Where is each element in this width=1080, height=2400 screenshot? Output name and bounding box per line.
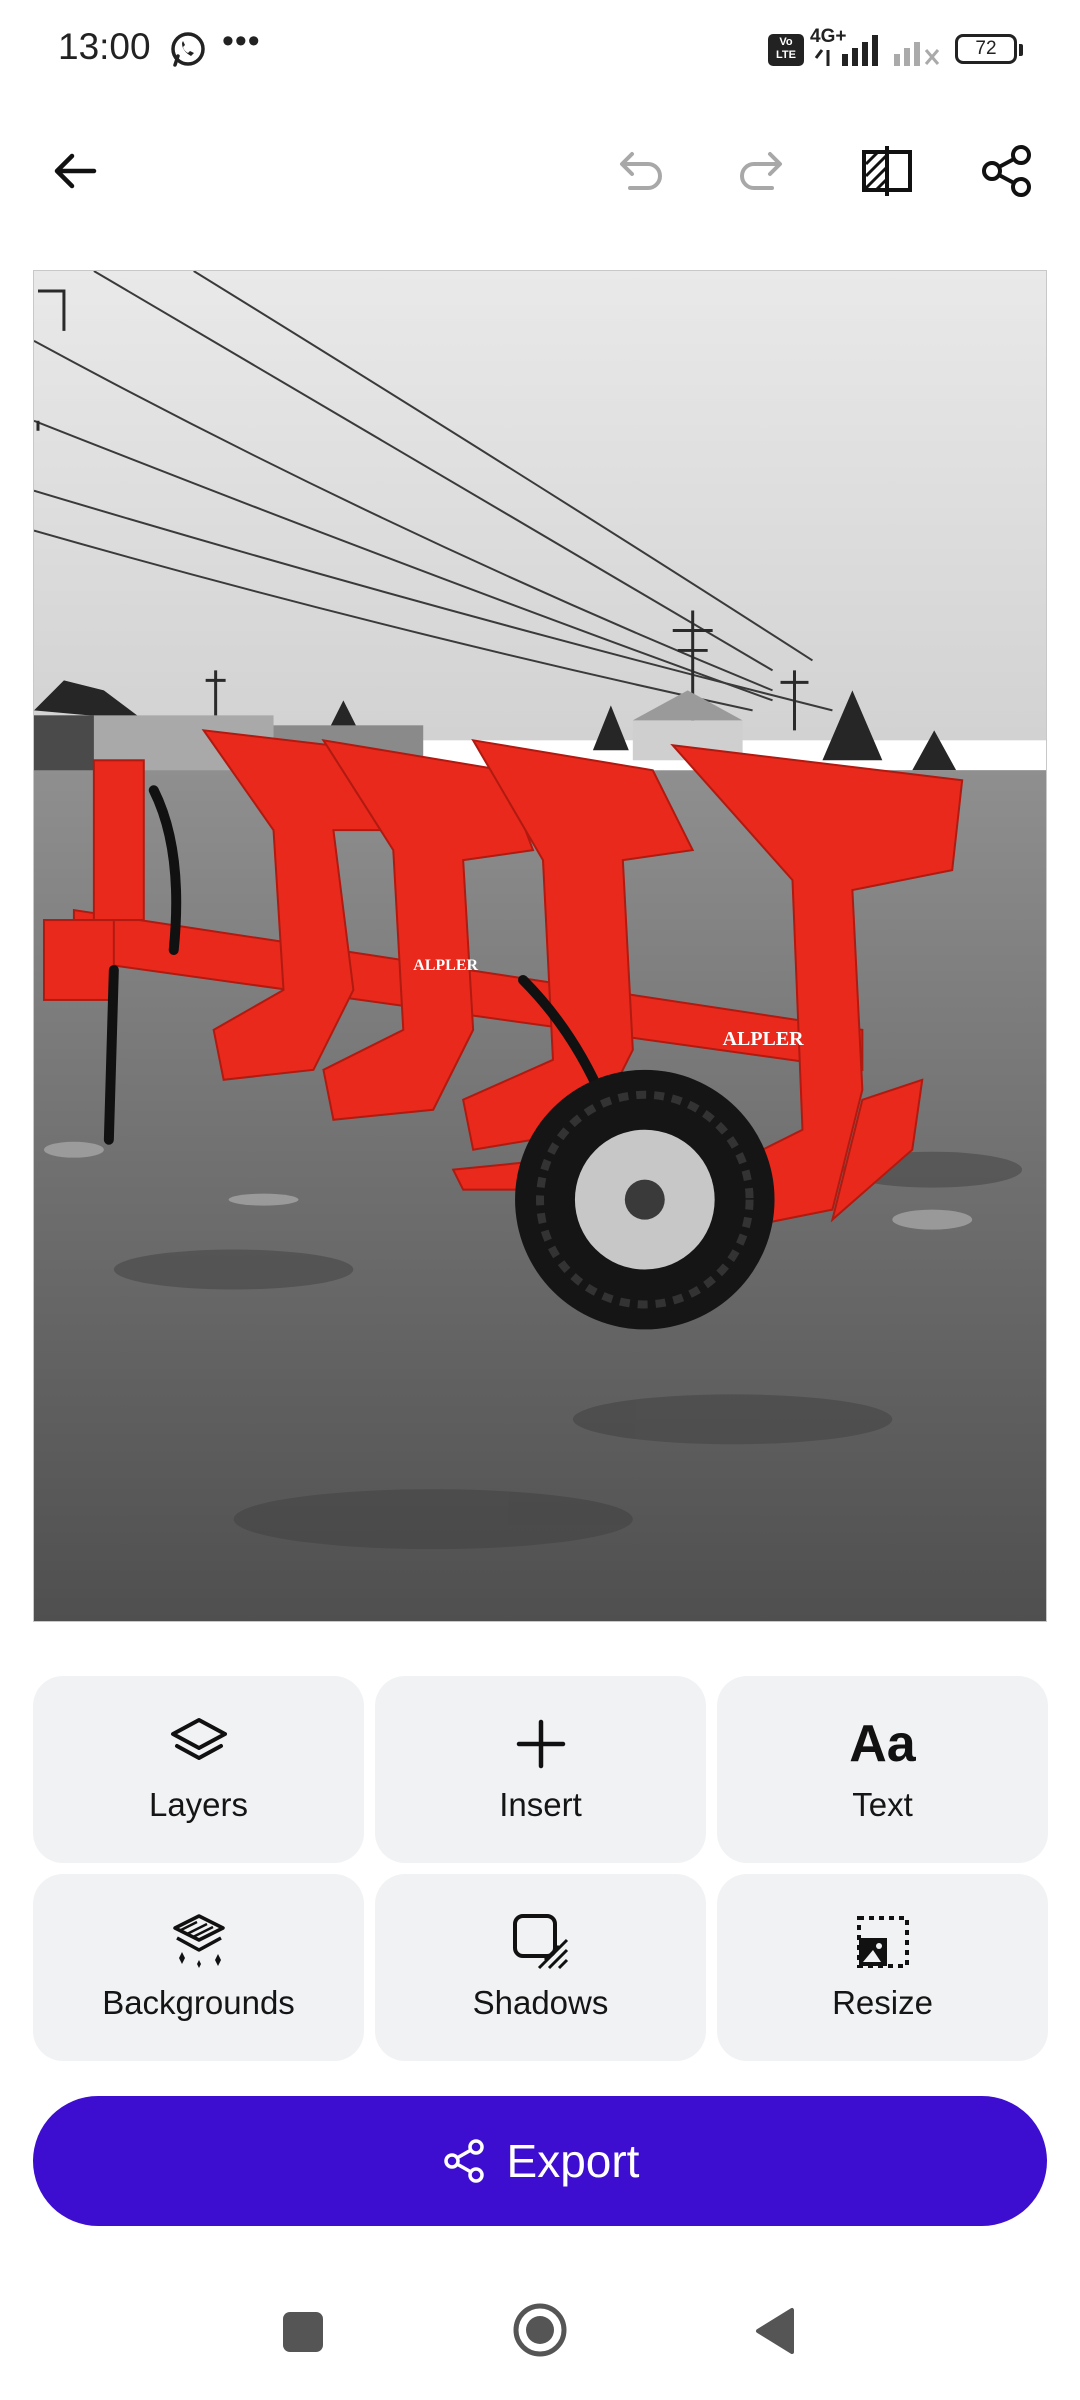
more-notifications-icon: ••• [222,22,261,60]
backgrounds-button[interactable]: Backgrounds [33,1874,364,2061]
resize-label: Resize [832,1984,933,2021]
plough-photo: ALPLER ALPLER [34,271,1046,1621]
layers-icon [170,1718,227,1760]
signal-icon [814,35,878,66]
back-arrow-icon [54,153,97,189]
redo-button[interactable] [726,136,796,206]
shadows-label: Shadows [472,1984,609,2021]
layers-button[interactable]: Layers [33,1676,364,1863]
status-bar: 13:00 ••• Vo LTE 4G+ 72 [0,0,1080,100]
layers-label: Layers [148,1786,249,1823]
share-icon [982,145,1031,197]
export-label: Export [506,2135,640,2187]
text-button[interactable]: Aa Text [717,1676,1048,1863]
status-time: 13:00 [58,26,151,67]
insert-label: Insert [499,1786,582,1823]
text-label: Text [852,1786,913,1823]
battery-icon: 72 [955,34,1023,64]
share-icon [443,2139,484,2183]
resize-button[interactable]: Resize [717,1874,1048,2061]
share-button[interactable] [972,136,1042,206]
nav-back-button[interactable] [752,2306,796,2356]
brand-decal-1: ALPLER [413,957,478,974]
compare-icon [862,146,912,196]
shadows-button[interactable]: Shadows [375,1874,706,2061]
signal-no-service-icon [894,42,940,66]
back-button[interactable] [40,136,110,206]
brand-decal-2: ALPLER [723,1028,805,1050]
compare-button[interactable] [852,136,922,206]
resize-icon [856,1916,909,1968]
recents-button[interactable] [283,2312,323,2352]
undo-button[interactable] [606,136,676,206]
insert-button[interactable]: Insert [375,1676,706,1863]
backgrounds-label: Backgrounds [102,1984,295,2021]
shadows-icon [512,1914,568,1970]
undo-icon [620,152,662,190]
plough-wheel [515,1069,775,1330]
text-icon: Aa [849,1715,916,1773]
volte-badge: Vo LTE [768,34,804,66]
backgrounds-icon [172,1914,225,1968]
plus-icon [516,1719,565,1769]
export-button[interactable]: Export [33,2096,1047,2226]
editor-toolbar [0,120,1080,220]
design-canvas[interactable]: ALPLER ALPLER [33,270,1047,1622]
whatsapp-icon [171,32,205,67]
home-button[interactable] [512,2302,568,2358]
redo-icon [740,152,782,190]
